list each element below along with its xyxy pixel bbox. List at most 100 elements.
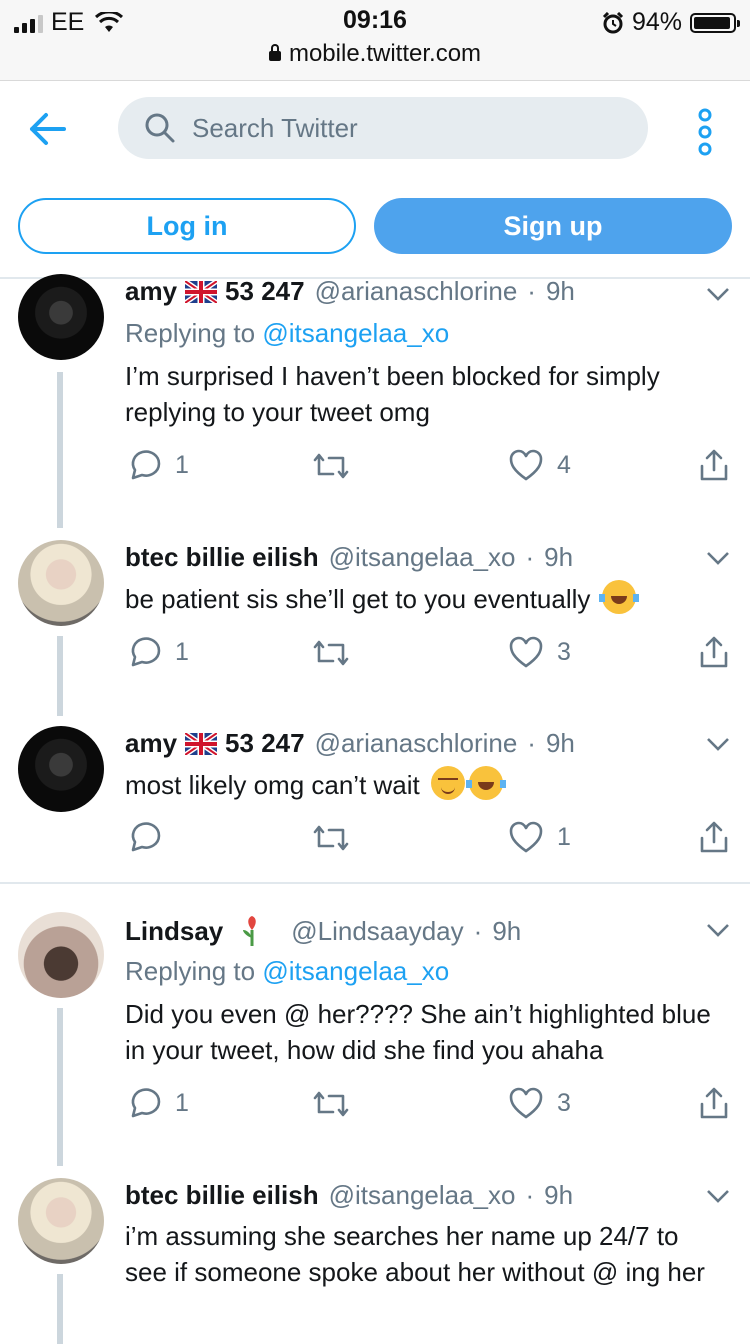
timestamp[interactable]: 9h bbox=[544, 542, 573, 573]
retweet-button[interactable] bbox=[313, 820, 349, 854]
share-button[interactable] bbox=[698, 448, 730, 482]
retweet-icon bbox=[313, 825, 349, 851]
user-handle[interactable]: @arianaschlorine bbox=[315, 728, 518, 759]
like-count: 4 bbox=[557, 450, 571, 479]
uk-flag-icon bbox=[185, 281, 217, 303]
separator-dot: · bbox=[525, 542, 535, 572]
battery-icon bbox=[690, 12, 740, 33]
share-icon bbox=[700, 449, 728, 481]
share-icon bbox=[700, 636, 728, 668]
avatar[interactable] bbox=[18, 726, 104, 812]
reply-count: 1 bbox=[175, 637, 189, 666]
timestamp[interactable]: 9h bbox=[492, 916, 521, 947]
tweet-text: be patient sis she’ll get to you eventua… bbox=[125, 584, 591, 614]
reply-icon bbox=[131, 822, 161, 852]
reply-icon bbox=[131, 450, 161, 480]
search-box[interactable] bbox=[118, 97, 648, 159]
display-name[interactable]: amy bbox=[125, 728, 177, 759]
chevron-down-icon[interactable] bbox=[706, 922, 730, 938]
tweet-actions: 1 3 bbox=[125, 1086, 730, 1122]
reply-button[interactable]: 1 bbox=[127, 448, 189, 482]
like-count: 3 bbox=[557, 637, 571, 666]
tweet-text: i’m assuming she searches her name up 24… bbox=[125, 1221, 705, 1287]
user-handle[interactable]: @Lindsaayday bbox=[291, 916, 463, 947]
chevron-down-icon[interactable] bbox=[706, 736, 730, 752]
reply-icon bbox=[131, 1088, 161, 1118]
share-icon bbox=[700, 821, 728, 853]
back-arrow-icon[interactable] bbox=[28, 111, 68, 147]
display-name[interactable]: Lindsay bbox=[125, 916, 223, 947]
heart-icon bbox=[509, 449, 543, 481]
replying-to-link[interactable]: @itsangelaa_xo bbox=[262, 956, 449, 986]
tweet-header: amy 53 247 @arianaschlorine · 9h bbox=[125, 276, 575, 307]
tears-of-joy-emoji bbox=[598, 580, 639, 614]
chevron-down-icon[interactable] bbox=[706, 1188, 730, 1204]
separator-dot: · bbox=[525, 1180, 535, 1210]
separator-dot: · bbox=[473, 915, 483, 946]
replying-to: Replying to @itsangelaa_xo bbox=[125, 318, 449, 349]
reply-count: 1 bbox=[175, 1088, 189, 1117]
timestamp[interactable]: 9h bbox=[546, 276, 575, 307]
retweet-button[interactable] bbox=[313, 448, 349, 482]
timestamp[interactable]: 9h bbox=[546, 728, 575, 759]
top-header: Log in Sign up bbox=[0, 81, 750, 279]
status-bar: EE 09:16 mobile.twitter.com 94% bbox=[0, 0, 750, 81]
lock-icon bbox=[268, 44, 281, 61]
like-button[interactable]: 4 bbox=[509, 448, 571, 482]
chevron-down-icon[interactable] bbox=[706, 286, 730, 302]
timestamp[interactable]: 9h bbox=[544, 1180, 573, 1211]
retweet-icon bbox=[313, 1091, 349, 1117]
tweet-actions: 1 4 bbox=[125, 448, 730, 484]
avatar[interactable] bbox=[18, 540, 104, 626]
replying-to: Replying to @itsangelaa_xo bbox=[125, 956, 449, 987]
login-button[interactable]: Log in bbox=[18, 198, 356, 254]
tweet-header: Lindsay @Lindsaayday · 9h bbox=[125, 914, 521, 948]
user-handle[interactable]: @itsangelaa_xo bbox=[329, 542, 516, 573]
avatar[interactable] bbox=[18, 912, 104, 998]
thread-line bbox=[57, 1008, 63, 1166]
retweet-button[interactable] bbox=[313, 635, 349, 669]
url-text: mobile.twitter.com bbox=[288, 40, 482, 67]
reply-count: 1 bbox=[175, 450, 189, 479]
display-name[interactable]: btec billie eilish bbox=[125, 1180, 319, 1211]
retweet-button[interactable] bbox=[313, 1086, 349, 1120]
share-button[interactable] bbox=[698, 820, 730, 854]
reply-button[interactable]: 1 bbox=[127, 635, 189, 669]
avatar[interactable] bbox=[18, 274, 104, 360]
chevron-down-icon[interactable] bbox=[706, 550, 730, 566]
status-right: 94% bbox=[602, 8, 740, 37]
thread-line bbox=[57, 636, 63, 716]
replying-to-link[interactable]: @itsangelaa_xo bbox=[262, 318, 449, 348]
tweet-text-wrap: be patient sis she’ll get to you eventua… bbox=[125, 580, 725, 617]
tweet-actions: 1 3 bbox=[125, 635, 730, 671]
search-input[interactable] bbox=[190, 111, 614, 145]
share-button[interactable] bbox=[698, 1086, 730, 1120]
like-button[interactable]: 3 bbox=[509, 1086, 571, 1120]
display-name[interactable]: btec billie eilish bbox=[125, 542, 319, 573]
search-icon bbox=[145, 113, 175, 143]
alarm-icon bbox=[602, 11, 624, 33]
divider bbox=[0, 882, 750, 884]
thread-line bbox=[57, 372, 63, 528]
like-count: 3 bbox=[557, 1088, 571, 1117]
share-button[interactable] bbox=[698, 635, 730, 669]
heart-icon bbox=[509, 1087, 543, 1119]
address-bar[interactable]: mobile.twitter.com bbox=[0, 40, 750, 68]
relieved-face-emoji bbox=[431, 766, 465, 800]
display-name[interactable]: amy bbox=[125, 276, 177, 307]
heart-icon bbox=[509, 636, 543, 668]
reply-button[interactable]: 1 bbox=[127, 1086, 189, 1120]
avatar[interactable] bbox=[18, 1178, 104, 1264]
user-handle[interactable]: @arianaschlorine bbox=[315, 276, 518, 307]
user-handle[interactable]: @itsangelaa_xo bbox=[329, 1180, 516, 1211]
tweet-text: Did you even @ her???? She ain’t highlig… bbox=[125, 999, 711, 1065]
separator-dot: · bbox=[527, 728, 536, 758]
like-button[interactable]: 1 bbox=[509, 820, 571, 854]
replying-prefix: Replying to bbox=[125, 318, 256, 348]
rose-icon bbox=[243, 916, 256, 946]
reply-button[interactable] bbox=[127, 820, 161, 854]
replying-prefix: Replying to bbox=[125, 956, 256, 986]
like-button[interactable]: 3 bbox=[509, 635, 571, 669]
more-options-icon[interactable] bbox=[690, 107, 720, 157]
signup-button[interactable]: Sign up bbox=[374, 198, 732, 254]
